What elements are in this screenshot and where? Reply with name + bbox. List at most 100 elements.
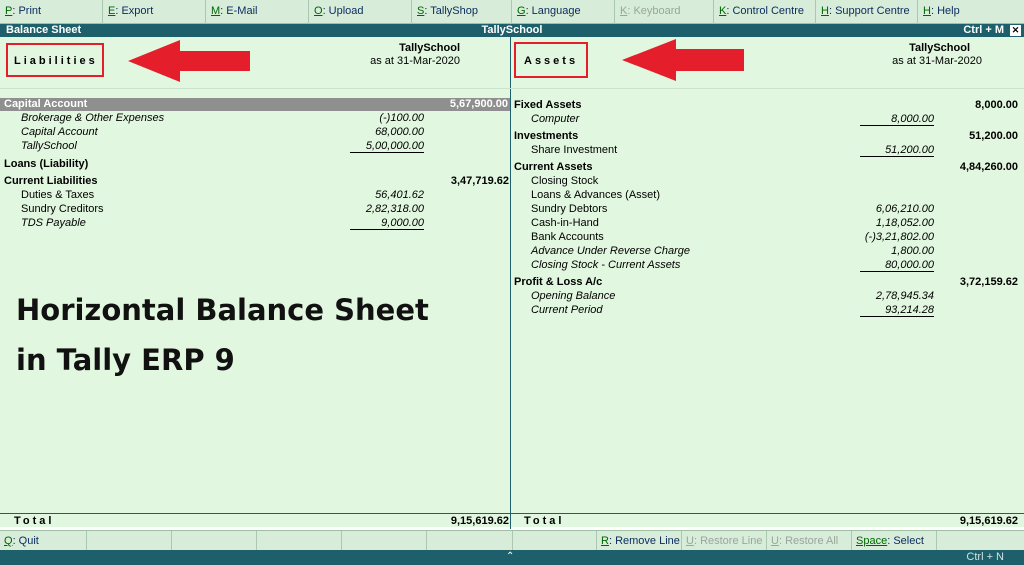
ledger-amount: 2,78,945.34: [875, 290, 934, 302]
ledger-row[interactable]: Closing Stock - Current Assets: [531, 259, 680, 271]
restore-line-button[interactable]: U: Restore Line: [682, 531, 767, 551]
column-divider: [510, 37, 511, 529]
total-divider: [510, 514, 511, 528]
close-icon[interactable]: ✕: [1010, 25, 1021, 36]
ledger-row[interactable]: Duties & Taxes: [21, 189, 94, 201]
support-centre-button[interactable]: H: Support Centre: [816, 0, 918, 24]
select-shortcut: Space: [856, 535, 888, 547]
email-shortcut: M: [211, 5, 221, 17]
ledger-row[interactable]: Current Period: [531, 304, 603, 316]
ledger-row[interactable]: Brokerage & Other Expenses: [21, 112, 164, 124]
caption-line-2: in Tally ERP 9: [16, 343, 235, 377]
keyboard-button[interactable]: K: Keyboard: [615, 0, 714, 24]
ledger-row[interactable]: Closing Stock: [531, 175, 598, 187]
keyboard-label: : Keyboard: [627, 5, 681, 17]
capital-account-row[interactable]: Capital Account 5,67,900.00: [0, 98, 510, 111]
language-button[interactable]: G: Language: [512, 0, 615, 24]
restore-line-shortcut: U: [686, 535, 694, 547]
ledger-row[interactable]: Advance Under Reverse Charge: [531, 245, 690, 257]
help-shortcut: H: [923, 5, 931, 17]
liabilities-company: TallySchool: [399, 42, 460, 54]
ledger-amount: 51,200.00: [860, 144, 934, 157]
export-button[interactable]: E: Export: [103, 0, 206, 24]
remove-line-label: : Remove Line: [608, 535, 680, 547]
language-shortcut: G: [517, 5, 526, 17]
help-button[interactable]: H: Help: [918, 0, 1024, 24]
quit-shortcut: Q: [4, 535, 13, 547]
arrow-left-icon: [622, 39, 744, 81]
liabilities-total-value: 9,15,619.62: [450, 515, 509, 527]
print-label: : Print: [12, 5, 42, 17]
quit-label: : Quit: [12, 535, 39, 547]
ledger-amount: 80,000.00: [860, 259, 934, 272]
balance-sheet-report: Liabilities TallySchool as at 31-Mar-202…: [0, 37, 1024, 529]
restore-all-label: : Restore All: [778, 535, 839, 547]
group-row[interactable]: Fixed Assets: [514, 99, 581, 111]
empty-button: [257, 531, 342, 551]
select-label: : Select: [887, 535, 924, 547]
email-button[interactable]: M: E-Mail: [206, 0, 309, 24]
remove-line-button[interactable]: R: Remove Line: [597, 531, 682, 551]
control-centre-label: : Control Centre: [726, 5, 804, 17]
header-separator: [0, 88, 1024, 89]
liabilities-as-at: as at 31-Mar-2020: [370, 55, 460, 67]
ledger-row[interactable]: Computer: [531, 113, 579, 125]
report-title: Balance Sheet: [6, 24, 82, 36]
ledger-row[interactable]: Loans & Advances (Asset): [531, 189, 660, 201]
empty-button: [513, 531, 597, 551]
assets-total-value: 9,15,619.62: [959, 515, 1018, 527]
ledger-amount: 9,000.00: [350, 217, 424, 230]
restore-all-button[interactable]: U: Restore All: [767, 531, 852, 551]
ledger-amount: 5,00,000.00: [350, 140, 424, 153]
group-row[interactable]: Current Assets: [514, 161, 592, 173]
assets-highlight-box: [514, 42, 588, 78]
print-button[interactable]: P: Print: [0, 0, 103, 24]
select-button[interactable]: Space: Select: [852, 531, 937, 551]
ledger-amount: 1,18,052.00: [875, 217, 934, 229]
ledger-row[interactable]: TDS Payable: [21, 217, 86, 229]
upload-shortcut: O: [314, 5, 323, 17]
ledger-row[interactable]: Sundry Debtors: [531, 203, 607, 215]
tallyshop-button[interactable]: S: TallyShop: [412, 0, 512, 24]
support-centre-label: : Support Centre: [828, 5, 910, 17]
group-total: 51,200.00: [969, 130, 1018, 142]
ledger-row[interactable]: Capital Account: [21, 126, 98, 138]
group-total: 5,67,900.00: [449, 98, 508, 110]
empty-button: [937, 531, 1024, 551]
ledger-row[interactable]: Share Investment: [531, 144, 617, 156]
upload-label: : Upload: [322, 5, 364, 17]
group-row[interactable]: Current Liabilities: [4, 175, 98, 187]
tallyshop-label: : TallyShop: [424, 5, 478, 17]
ledger-row[interactable]: Bank Accounts: [531, 231, 604, 243]
ledger-row[interactable]: TallySchool: [21, 140, 77, 152]
ledger-amount: 56,401.62: [375, 189, 424, 201]
ledger-amount: (-)3,21,802.00: [864, 231, 934, 243]
ledger-amount: 93,214.28: [860, 304, 934, 317]
assets-total-label: Total: [524, 515, 565, 527]
email-label: : E-Mail: [220, 5, 258, 17]
empty-button: [427, 531, 513, 551]
ledger-amount: 2,82,318.00: [365, 203, 424, 215]
bottom-button-bar: Q: Quit R: Remove Line U: Restore Line U…: [0, 530, 1024, 551]
ledger-row[interactable]: Cash-in-Hand: [531, 217, 599, 229]
ledger-amount: 6,06,210.00: [875, 203, 934, 215]
export-label: : Export: [115, 5, 154, 17]
group-row[interactable]: Loans (Liability): [4, 158, 88, 170]
chevron-up-icon[interactable]: ⌃: [506, 551, 514, 562]
assets-as-at: as at 31-Mar-2020: [892, 55, 982, 67]
upload-button[interactable]: O: Upload: [309, 0, 412, 24]
ledger-amount: 1,800.00: [891, 245, 934, 257]
ledger-amount: (-)100.00: [379, 112, 424, 124]
ledger-row[interactable]: Opening Balance: [531, 290, 615, 302]
status-bar: ⌃ Ctrl + N: [0, 550, 1024, 565]
control-centre-button[interactable]: K: Control Centre: [714, 0, 816, 24]
ctrl-m-hint: Ctrl + M: [963, 24, 1004, 36]
group-row[interactable]: Profit & Loss A/c: [514, 276, 602, 288]
caption-line-1: Horizontal Balance Sheet: [16, 293, 429, 327]
ledger-row[interactable]: Sundry Creditors: [21, 203, 104, 215]
empty-button: [87, 531, 172, 551]
group-row[interactable]: Investments: [514, 130, 578, 142]
quit-button[interactable]: Q: Quit: [0, 531, 87, 551]
group-total: 4,84,260.00: [959, 161, 1018, 173]
assets-company: TallySchool: [909, 42, 970, 54]
